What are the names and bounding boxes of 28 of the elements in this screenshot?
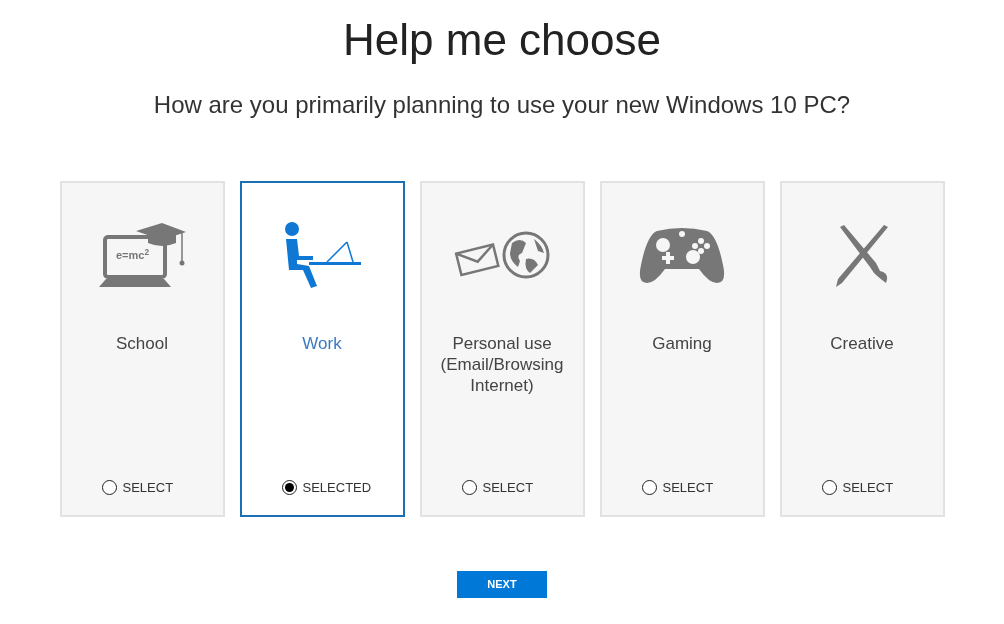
radio-button[interactable] <box>461 479 477 495</box>
radio-button[interactable] <box>641 479 657 495</box>
question-text: How are you primarily planning to use your new Windows 10 PC? <box>153 90 851 120</box>
option-card[interactable]: e=mc$^{2}$ School SELECT <box>59 181 225 517</box>
envelope-and-globe-icon <box>454 231 550 279</box>
laptop-graduation-cap-icon <box>96 223 188 287</box>
option-card[interactable]: Personal use (Email/Browsing Internet) SELECT <box>419 181 585 517</box>
option-label: Creative <box>829 333 895 354</box>
radio-label: SELECT <box>482 478 534 497</box>
option-card[interactable]: Creative SELECT <box>779 181 945 517</box>
person-at-laptop-icon <box>283 222 361 288</box>
formula-text: e=mc$^{2}$ <box>116 250 150 261</box>
option-label: Personal use (Email/Browsing Internet) <box>439 333 565 396</box>
game-controller-icon <box>637 225 727 285</box>
radio-button[interactable] <box>821 479 837 495</box>
option-card[interactable]: Gaming SELECT <box>599 181 765 517</box>
option-label: Gaming <box>651 333 713 354</box>
radio-label: SELECT <box>122 478 174 497</box>
radio-button[interactable] <box>281 479 297 495</box>
radio-label: SELECT <box>842 478 894 497</box>
radio-label: SELECTED <box>302 478 372 497</box>
radio-label: SELECT <box>662 478 714 497</box>
option-label: Work <box>301 333 343 354</box>
radio-button[interactable] <box>101 479 117 495</box>
page-title: Help me choose <box>343 14 661 66</box>
next-button[interactable]: NEXT <box>457 571 547 598</box>
option-label: School <box>115 333 169 354</box>
option-card[interactable]: Work SELECTED <box>239 181 405 517</box>
